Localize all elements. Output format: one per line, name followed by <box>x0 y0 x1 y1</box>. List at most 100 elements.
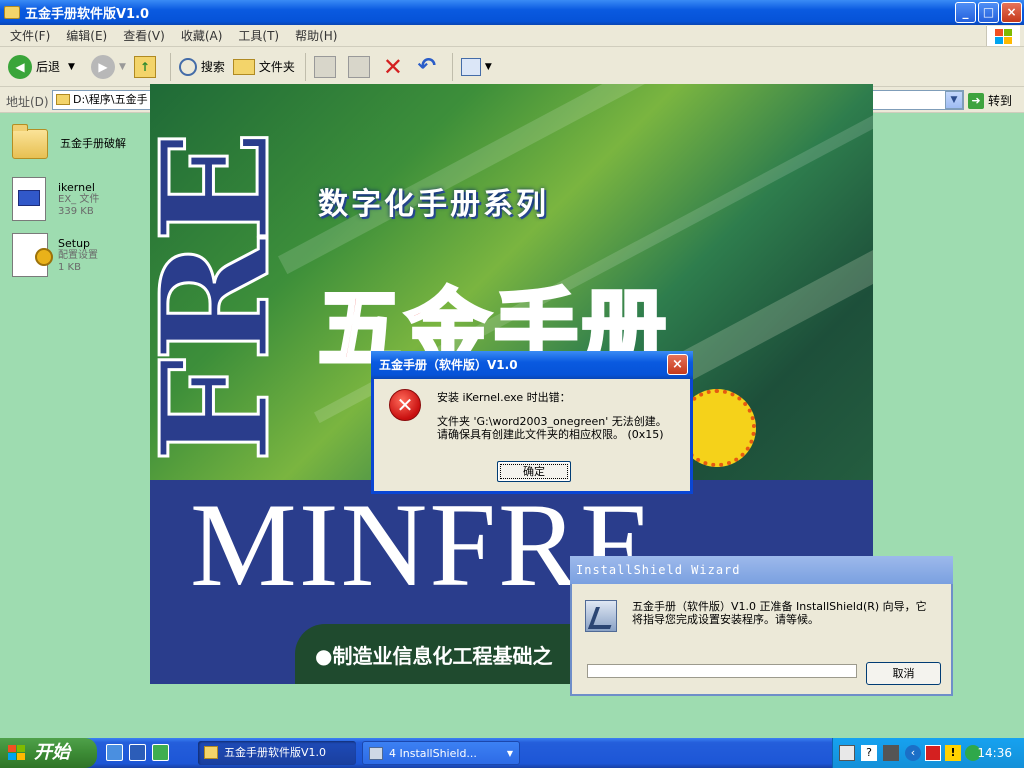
menu-file[interactable]: 文件(F) <box>10 27 50 44</box>
list-item[interactable]: 五金手册破解 <box>12 124 126 159</box>
error-message-line1: 安装 iKernel.exe 时出错： <box>437 391 571 404</box>
back-arrow-icon: ◀ <box>8 54 32 79</box>
folders-button[interactable]: 文件夹 <box>232 58 295 75</box>
error-message-line3: 请确保具有创建此文件夹的相应权限。 (0x15) <box>437 428 664 441</box>
clock: 14:36 <box>977 746 1012 760</box>
back-label: 后退 <box>36 60 61 74</box>
folder-icon <box>56 94 70 105</box>
minimize-button[interactable]: _ <box>955 2 976 23</box>
keyboard-icon[interactable] <box>839 745 855 761</box>
error-dialog-title[interactable]: 五金手册（软件版）V1.0 <box>371 351 693 379</box>
up-folder-icon: ↑ <box>133 55 156 78</box>
start-button[interactable]: 开始 <box>0 738 97 768</box>
error-message-line2: 文件夹 'G:\word2003_onegreen' 无法创建。 <box>437 415 667 428</box>
close-button[interactable]: × <box>1001 2 1022 23</box>
task-label: 4 InstallShield... <box>389 747 477 760</box>
folder-icon <box>204 746 218 759</box>
address-dropdown-button[interactable]: ▼ <box>945 91 963 109</box>
search-icon <box>178 57 197 76</box>
copy-to-button[interactable] <box>347 55 374 78</box>
toolbar: ◀ 后退 ▼ ▶ ▼ ↑ 搜索 文件夹 ✕ ↶ ▼ <box>0 47 1024 87</box>
window-controls: _ □ × <box>955 2 1022 23</box>
wizard-message: 五金手册（软件版）V1.0 正准备 InstallShield(R) 向导，它将… <box>632 600 927 626</box>
search-button[interactable]: 搜索 <box>178 57 225 76</box>
menu-favorites[interactable]: 收藏(A) <box>181 27 223 44</box>
show-desktop-icon[interactable] <box>129 744 146 761</box>
wizard-progress-bar <box>587 664 857 678</box>
media-icon[interactable] <box>152 744 169 761</box>
splash-series-title: 数字化手册系列 <box>318 187 549 222</box>
views-dropdown-icon: ▼ <box>484 61 492 72</box>
delete-button[interactable]: ✕ <box>382 52 408 81</box>
file-name: 五金手册破解 <box>60 137 126 150</box>
taskbar: 开始 五金手册软件版V1.0 4 InstallShield... ▼ ? ‹ … <box>0 738 1024 768</box>
folder-icon <box>4 6 20 19</box>
window-titlebar[interactable]: 五金手册软件版V1.0 _ □ × <box>0 0 1024 25</box>
views-button[interactable]: ▼ <box>460 57 492 76</box>
toolbar-separator <box>451 52 453 81</box>
search-label: 搜索 <box>200 60 225 74</box>
windows-flag-icon <box>8 745 26 761</box>
back-dropdown-icon[interactable]: ▼ <box>68 62 75 72</box>
menu-tools[interactable]: 工具(T) <box>238 27 279 44</box>
toolbar-separator <box>304 52 306 81</box>
setup-config-icon <box>12 233 53 277</box>
file-type: EX_ 文件 <box>58 194 100 205</box>
up-folder-button[interactable]: ↑ <box>133 55 160 78</box>
installshield-icon <box>369 747 383 760</box>
folder-icon <box>12 124 48 159</box>
file-name: ikernel <box>58 181 95 194</box>
error-dialog-close-button[interactable]: × <box>667 354 688 375</box>
list-item[interactable]: Setup 配置设置 1 KB <box>12 233 98 277</box>
quick-launch <box>106 744 169 761</box>
chevron-down-icon: ▼ <box>506 749 513 758</box>
ie-icon[interactable] <box>106 744 123 761</box>
forward-dropdown-icon[interactable]: ▼ <box>119 62 126 72</box>
folders-label: 文件夹 <box>258 60 295 74</box>
maximize-button[interactable]: □ <box>978 2 999 23</box>
forward-arrow-icon: ▶ <box>90 54 115 79</box>
file-size: 1 KB <box>58 262 81 273</box>
splash-subtitle: ●制造业信息化工程基础之 <box>315 644 553 668</box>
go-button[interactable]: ➜ 转到 <box>968 92 1012 109</box>
ok-button[interactable]: 确定 <box>497 461 571 482</box>
list-item[interactable]: ikernel EX_ 文件 339 KB <box>12 177 99 221</box>
undo-icon: ↶ <box>417 54 437 79</box>
views-icon <box>460 57 481 76</box>
taskbar-item-explorer[interactable]: 五金手册软件版V1.0 <box>198 741 356 765</box>
undo-button[interactable]: ↶ <box>416 54 442 79</box>
address-value: D:\程序\五金手 <box>73 93 148 106</box>
menu-help[interactable]: 帮助(H) <box>295 27 337 44</box>
move-to-button[interactable] <box>313 55 340 78</box>
warning-icon[interactable]: ! <box>945 745 961 761</box>
installshield-icon <box>585 600 617 632</box>
go-label: 转到 <box>988 94 1013 108</box>
delete-icon: ✕ <box>382 52 403 81</box>
help-icon[interactable]: ? <box>861 745 877 761</box>
start-label: 开始 <box>34 742 70 763</box>
windows-logo-icon <box>986 26 1020 46</box>
error-icon: ✕ <box>389 389 421 421</box>
taskbar-item-installshield[interactable]: 4 InstallShield... ▼ <box>362 741 520 765</box>
forward-button[interactable]: ▶ ▼ <box>83 54 126 79</box>
error-dialog: 五金手册（软件版）V1.0 × ✕ 安装 iKernel.exe 时出错： 文件… <box>371 351 693 494</box>
menu-edit[interactable]: 编辑(E) <box>66 27 107 44</box>
tray-app-icon[interactable] <box>883 745 899 761</box>
antivirus-icon[interactable] <box>925 745 941 761</box>
task-label: 五金手册软件版V1.0 <box>224 746 327 759</box>
menu-bar: 文件(F) 编辑(E) 查看(V) 收藏(A) 工具(T) 帮助(H) <box>0 25 1024 47</box>
file-size: 339 KB <box>58 206 94 217</box>
splash-side-letters: FRE <box>150 133 304 465</box>
cancel-button[interactable]: 取消 <box>866 662 941 685</box>
menu-view[interactable]: 查看(V) <box>123 27 165 44</box>
chevron-left-icon[interactable]: ‹ <box>905 745 921 761</box>
file-name: Setup <box>58 237 91 250</box>
wizard-title[interactable]: InstallShield Wizard <box>570 556 953 584</box>
move-to-icon <box>313 55 336 78</box>
system-tray: ? ‹ ! 14:36 <box>832 738 1024 768</box>
window-title: 五金手册软件版V1.0 <box>25 7 150 22</box>
copy-to-icon <box>347 55 370 78</box>
back-button[interactable]: ◀ 后退 ▼ <box>8 54 75 79</box>
toolbar-separator <box>169 52 171 81</box>
folders-icon <box>232 58 255 75</box>
